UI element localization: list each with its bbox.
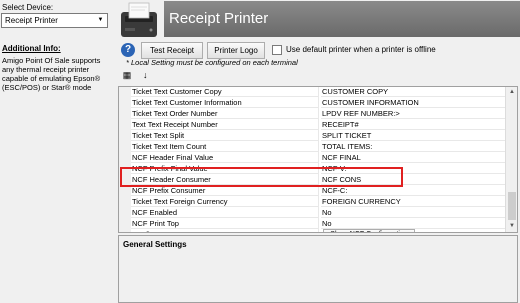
- row-value[interactable]: No: [321, 207, 506, 218]
- grid-row[interactable]: Ticket Text Item Count TOTAL ITEMS:: [131, 141, 506, 152]
- description-title: General Settings: [123, 240, 187, 249]
- grid-row[interactable]: Ticket Text Order Number LPDV REF NUMBER:…: [131, 108, 506, 119]
- row-value[interactable]: FOREIGN CURRENCY: [321, 196, 506, 207]
- row-name: Configure NCF: [131, 229, 319, 232]
- help-icon[interactable]: ?: [121, 43, 135, 57]
- row-value[interactable]: TOTAL ITEMS:: [321, 141, 506, 152]
- row-name: NCF Enabled: [131, 207, 319, 218]
- row-name: Ticket Text Customer Copy: [131, 87, 319, 97]
- default-printer-label: Use default printer when a printer is of…: [286, 45, 436, 54]
- grid-row[interactable]: Ticket Text Customer Information CUSTOMER…: [131, 97, 506, 108]
- row-value[interactable]: RECEIPT#: [321, 119, 506, 130]
- show-ncf-configuration-button[interactable]: Show NCF Configuration: [323, 229, 415, 232]
- description-panel: General Settings: [118, 235, 518, 303]
- grid-row[interactable]: NCF Header Final Value NCF FINAL: [131, 152, 506, 163]
- additional-info-text: Amigo Point Of Sale supports any thermal…: [2, 56, 101, 92]
- row-name: NCF Header Final Value: [131, 152, 319, 163]
- grid-sort-toolbar: ▦ ↓: [121, 70, 155, 84]
- grid-gutter: [119, 87, 131, 232]
- grid-row[interactable]: Ticket Text Split SPLIT TICKET: [131, 130, 506, 141]
- page-title: Receipt Printer: [164, 1, 520, 37]
- grid-row-foreign-currency[interactable]: Ticket Text Foreign Currency FOREIGN CURR…: [131, 196, 506, 207]
- grid-row[interactable]: NCF Print Top No: [131, 218, 506, 229]
- row-name: Ticket Text Foreign Currency: [131, 196, 319, 207]
- grid-row[interactable]: Text Text Receipt Number RECEIPT#: [131, 119, 506, 130]
- scroll-down-icon[interactable]: ▼: [506, 221, 517, 232]
- device-dropdown-value: Receipt Printer: [5, 16, 58, 25]
- row-value[interactable]: NCF FINAL: [321, 152, 506, 163]
- right-panel: Receipt Printer ? Test Receipt Printer L…: [113, 0, 520, 303]
- categorized-view-icon[interactable]: ▦: [121, 70, 133, 82]
- row-value[interactable]: No: [321, 218, 506, 229]
- default-printer-checkbox[interactable]: [272, 45, 282, 55]
- row-name: Ticket Text Split: [131, 130, 319, 141]
- local-setting-note: * Local Setting must be configured on ea…: [126, 58, 298, 67]
- printer-logo-button[interactable]: Printer Logo: [207, 42, 265, 59]
- row-value[interactable]: CUSTOMER INFORMATION: [321, 97, 506, 108]
- device-dropdown[interactable]: Receipt Printer ▼: [1, 13, 108, 28]
- property-grid: Ticket Text Customer Copy CUSTOMER COPY T…: [118, 86, 518, 233]
- alphabetical-sort-icon[interactable]: ↓: [139, 70, 151, 82]
- left-panel: Select Device: Receipt Printer ▼ Additio…: [0, 0, 113, 303]
- row-name: NCF Print Top: [131, 218, 319, 229]
- grid-scrollbar[interactable]: ▲ ▼: [505, 87, 517, 232]
- grid-row[interactable]: NCF Enabled No: [131, 207, 506, 218]
- additional-info-title: Additional Info:: [2, 44, 61, 53]
- row-name: Text Text Receipt Number: [131, 119, 319, 130]
- scroll-thumb[interactable]: [508, 192, 516, 220]
- receipt-printer-icon: [121, 2, 157, 37]
- scroll-up-icon[interactable]: ▲: [506, 87, 517, 98]
- grid-row-configure-ncf[interactable]: Configure NCF Show NCF Configuration: [131, 229, 506, 232]
- row-name: Ticket Text Customer Information: [131, 97, 319, 108]
- row-name: Ticket Text Order Number: [131, 108, 319, 119]
- test-receipt-button[interactable]: Test Receipt: [141, 42, 203, 59]
- row-name: Ticket Text Item Count: [131, 141, 319, 152]
- row-value[interactable]: SPLIT TICKET: [321, 130, 506, 141]
- chevron-down-icon[interactable]: ▼: [95, 15, 106, 26]
- row-value[interactable]: CUSTOMER COPY: [321, 87, 506, 97]
- grid-row[interactable]: Ticket Text Customer Copy CUSTOMER COPY: [131, 87, 506, 97]
- foreign-currency-highlight: [120, 167, 403, 187]
- row-value[interactable]: LPDV REF NUMBER:>: [321, 108, 506, 119]
- select-device-label: Select Device:: [2, 3, 54, 12]
